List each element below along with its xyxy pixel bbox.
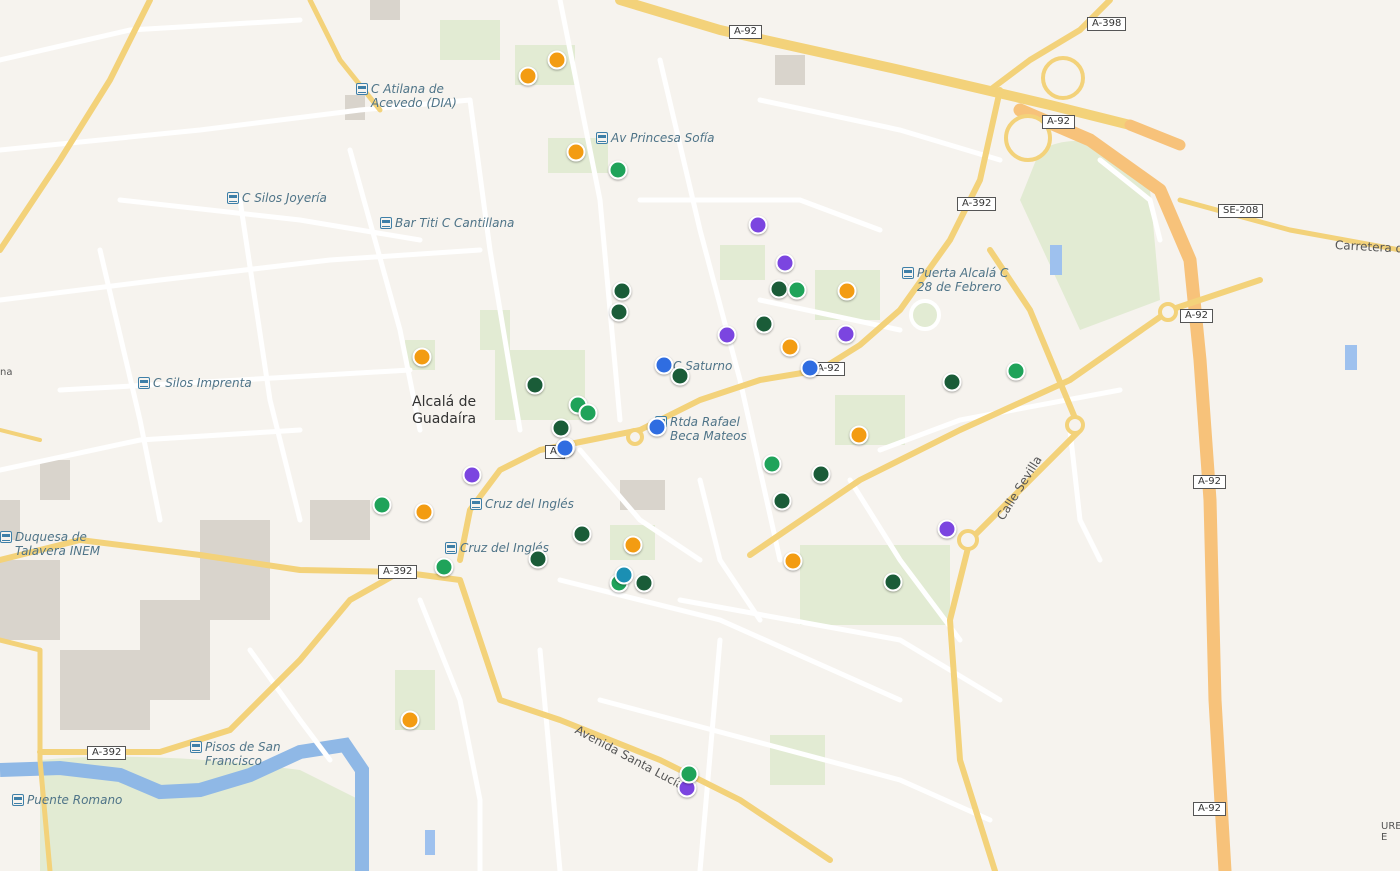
transit-stop-name: Pisos de San Francisco [205,740,281,768]
poi-marker-orange[interactable] [623,535,643,555]
map-canvas[interactable]: A-92 A-398 A-92 A-392 SE-208 A-92 A-92 A-92 A-92… [0,0,1400,871]
poi-marker-green[interactable] [608,160,628,180]
bus-stop-icon [596,132,608,144]
road-shield[interactable]: A-398 [1087,17,1127,31]
bus-stop-icon [380,217,392,229]
poi-marker-darkgreen[interactable] [609,302,629,322]
poi-marker-orange[interactable] [849,425,869,445]
poi-marker-orange[interactable] [566,142,586,162]
poi-marker-blue[interactable] [800,358,820,378]
poi-marker-purple[interactable] [462,465,482,485]
poi-marker-orange[interactable] [547,50,567,70]
road-shield[interactable]: A-92 [729,25,762,39]
transit-stop[interactable]: Cruz del Inglés [470,497,574,511]
poi-marker-green[interactable] [762,454,782,474]
poi-marker-darkgreen[interactable] [612,281,632,301]
poi-marker-orange[interactable] [518,66,538,86]
poi-marker-orange[interactable] [837,281,857,301]
poi-marker-darkgreen[interactable] [572,524,592,544]
transit-stop[interactable]: Av Princesa Sofía [596,131,715,145]
minor-roads [0,0,1163,871]
transit-stop[interactable]: C Atilana de Acevedo (DIA) [356,82,457,110]
edge-label: na [0,367,13,378]
transit-stop[interactable]: Puerta Alcalá C 28 de Febrero [902,266,1008,294]
poi-marker-orange[interactable] [412,347,432,367]
place-label: Alcalá de Guadaíra [412,394,477,427]
poi-marker-teal[interactable] [614,565,634,585]
transit-stop[interactable]: C Silos Imprenta [138,376,252,390]
road-shield[interactable]: A-392 [957,197,997,211]
poi-marker-green[interactable] [434,557,454,577]
road-shield[interactable]: A-392 [378,565,418,579]
transit-stop-name: C Atilana de Acevedo (DIA) [371,82,457,110]
transit-stop[interactable]: Puente Romano [12,793,122,807]
poi-marker-green[interactable] [1006,361,1026,381]
transit-stop-name: C Silos Imprenta [153,376,252,390]
poi-marker-orange[interactable] [400,710,420,730]
poi-marker-purple[interactable] [775,253,795,273]
poi-marker-darkgreen[interactable] [942,372,962,392]
road-shield[interactable]: A-392 [87,746,127,760]
poi-marker-green[interactable] [679,764,699,784]
bus-stop-icon [227,192,239,204]
poi-marker-darkgreen[interactable] [551,418,571,438]
transit-stop[interactable]: Rtda Rafael Beca Mateos [655,415,747,443]
poi-marker-blue[interactable] [647,417,667,437]
transit-stop-name: C Silos Joyería [242,191,327,205]
poi-marker-darkgreen[interactable] [670,366,690,386]
transit-stop[interactable]: Bar Titi C Cantillana [380,216,514,230]
poi-marker-green[interactable] [578,403,598,423]
bus-stop-icon [356,83,368,95]
bus-stop-icon [0,531,12,543]
poi-marker-purple[interactable] [836,324,856,344]
poi-marker-darkgreen[interactable] [634,573,654,593]
poi-marker-purple[interactable] [937,519,957,539]
bus-stop-icon [138,377,150,389]
poi-marker-darkgreen[interactable] [769,279,789,299]
bus-stop-icon [470,498,482,510]
poi-marker-darkgreen[interactable] [525,375,545,395]
bus-stop-icon [445,542,457,554]
bus-stop-icon [190,741,202,753]
transit-stop-name: Puerta Alcalá C 28 de Febrero [917,266,1009,294]
road-shield[interactable]: A-92 [1193,475,1226,489]
poi-marker-orange[interactable] [414,502,434,522]
transit-stop-name: Av Princesa Sofía [611,131,715,145]
transit-stop[interactable]: Duquesa de Talavera INEM [0,530,100,558]
poi-marker-purple[interactable] [748,215,768,235]
poi-marker-orange[interactable] [780,337,800,357]
bus-stop-icon [12,794,24,806]
poi-marker-darkgreen[interactable] [811,464,831,484]
road-shield[interactable]: A-92 [1180,309,1213,323]
bus-stop-icon [902,267,914,279]
road-shield[interactable]: SE-208 [1218,204,1264,218]
transit-stop-name: Duquesa de Talavera INEM [15,530,101,558]
poi-marker-darkgreen[interactable] [754,314,774,334]
poi-marker-orange[interactable] [783,551,803,571]
poi-marker-blue[interactable] [555,438,575,458]
edge-label: URE E [1381,821,1400,843]
poi-marker-darkgreen[interactable] [528,549,548,569]
poi-marker-purple[interactable] [717,325,737,345]
transit-stop-name: Rtda Rafael Beca Mateos [670,415,747,443]
poi-marker-darkgreen[interactable] [772,491,792,511]
poi-marker-green[interactable] [787,280,807,300]
transit-stop[interactable]: Pisos de San Francisco [190,740,281,768]
transit-stop-name: Cruz del Inglés [485,497,574,511]
road-shield[interactable]: A-92 [1193,802,1226,816]
poi-marker-green[interactable] [372,495,392,515]
transit-stop-name: Puente Romano [27,793,123,807]
poi-marker-darkgreen[interactable] [883,572,903,592]
transit-stop-name: Bar Titi C Cantillana [395,216,515,230]
road-shield[interactable]: A-92 [1042,115,1075,129]
transit-stop[interactable]: C Silos Joyería [227,191,327,205]
